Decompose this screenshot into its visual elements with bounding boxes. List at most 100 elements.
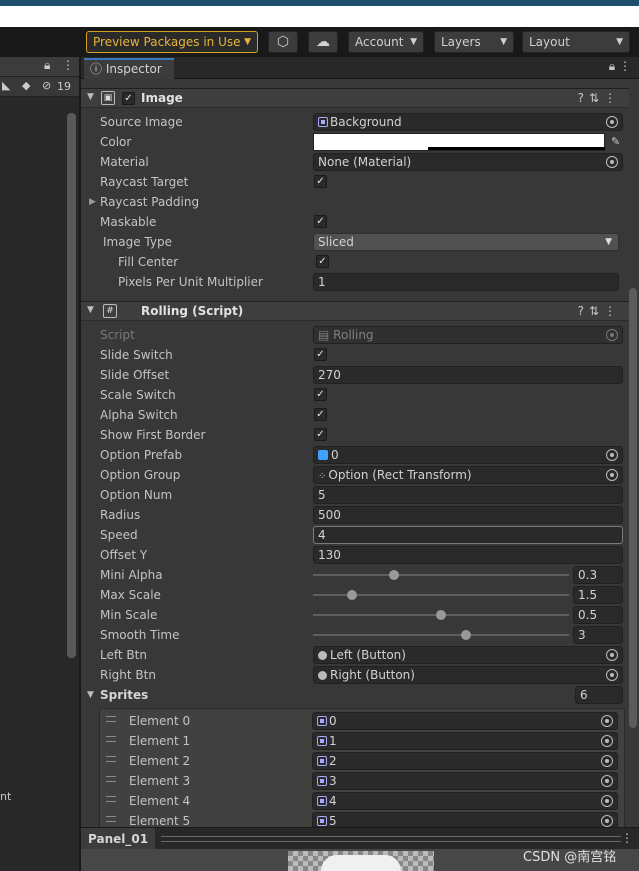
object-picker-icon[interactable]: [606, 449, 618, 461]
drag-handle-icon[interactable]: [106, 796, 116, 802]
speed-input[interactable]: 4: [313, 526, 623, 544]
more-menu-icon[interactable]: ⋮: [621, 831, 633, 845]
fill-center-checkbox[interactable]: ✓: [316, 255, 329, 268]
tab-inspector[interactable]: ⓘ Inspector: [84, 58, 174, 79]
slide-switch-checkbox[interactable]: ✓: [314, 348, 327, 361]
object-picker-icon[interactable]: [601, 755, 613, 767]
radius-input[interactable]: 500: [313, 506, 623, 524]
foldout-arrow-icon[interactable]: ▼: [87, 92, 94, 102]
min-scale-value: 0.5: [578, 608, 598, 622]
drag-handle-icon[interactable]: [106, 816, 116, 822]
rolling-component-header[interactable]: ▼ # Rolling (Script) ?⇅⋮: [81, 301, 629, 321]
object-picker-icon[interactable]: [601, 775, 613, 787]
row-raycast-padding[interactable]: ▶ Raycast Padding: [81, 192, 629, 212]
drag-handle-icon[interactable]: [106, 776, 116, 782]
element-field[interactable]: 1: [312, 732, 618, 750]
slider-thumb[interactable]: [389, 570, 400, 580]
account-dropdown[interactable]: Account ▼: [348, 31, 424, 53]
slider-thumb[interactable]: [347, 590, 358, 600]
more-menu-icon[interactable]: ⋮: [619, 59, 631, 73]
hierarchy-scrollbar[interactable]: [67, 113, 76, 658]
min-scale-slider[interactable]: [313, 605, 569, 625]
lock-icon[interactable]: 🔒︎: [44, 58, 50, 73]
more-menu-icon[interactable]: ⋮: [62, 58, 74, 72]
object-picker-icon[interactable]: [606, 469, 618, 481]
object-picker-icon[interactable]: [601, 815, 613, 827]
sprite-icon: [317, 756, 327, 766]
hierarchy-item-partial[interactable]: nt: [0, 790, 11, 803]
drag-handle-icon[interactable]: [106, 736, 116, 742]
mini-alpha-input[interactable]: 0.3: [573, 566, 623, 584]
pixels-per-unit-input[interactable]: 1: [313, 273, 619, 291]
alpha-switch-checkbox[interactable]: ✓: [314, 408, 327, 421]
inspector-scrollbar[interactable]: [629, 288, 637, 728]
scale-switch-checkbox[interactable]: ✓: [314, 388, 327, 401]
foldout-arrow-icon[interactable]: ▼: [87, 305, 94, 315]
cloud-button[interactable]: ☁: [308, 31, 338, 53]
drag-handle-icon[interactable]: [106, 716, 116, 722]
max-scale-slider[interactable]: [313, 585, 569, 605]
offset-y-input[interactable]: 130: [313, 546, 623, 564]
maskable-checkbox[interactable]: ✓: [314, 215, 327, 228]
sprites-count-input[interactable]: 6: [575, 686, 623, 704]
object-picker-icon[interactable]: [601, 795, 613, 807]
preview-packages-button[interactable]: Preview Packages in Use ▼: [86, 31, 258, 53]
slider-thumb[interactable]: [460, 630, 471, 640]
source-image-value: Background: [330, 115, 402, 129]
more-menu-icon[interactable]: ⋮: [604, 91, 621, 105]
presets-icon[interactable]: ⇅: [589, 91, 604, 105]
raycast-target-checkbox[interactable]: ✓: [314, 175, 327, 188]
left-btn-field[interactable]: Left (Button): [313, 646, 623, 664]
object-picker-icon[interactable]: [606, 669, 618, 681]
min-scale-input[interactable]: 0.5: [573, 606, 623, 624]
element-field[interactable]: 2: [312, 752, 618, 770]
option-prefab-field[interactable]: 0: [313, 446, 623, 464]
object-picker-icon[interactable]: [606, 649, 618, 661]
row-radius: Radius 500: [81, 505, 629, 525]
mini-alpha-slider[interactable]: [313, 565, 569, 585]
scene-visibility-icon[interactable]: ◣: [2, 79, 10, 92]
tag-icon[interactable]: ◆: [22, 79, 30, 92]
foldout-arrow-icon[interactable]: ▶: [89, 197, 96, 207]
hidden-count-icon[interactable]: ⊘: [42, 79, 51, 92]
smooth-time-slider[interactable]: [313, 625, 569, 645]
slider-thumb[interactable]: [436, 610, 446, 620]
slide-offset-input[interactable]: 270: [313, 366, 623, 384]
package-icon-button[interactable]: ⬡: [268, 31, 298, 53]
preview-packages-label: Preview Packages in Use: [93, 35, 241, 49]
drag-handle-icon[interactable]: [106, 756, 116, 762]
color-swatch[interactable]: [313, 133, 605, 151]
max-scale-input[interactable]: 1.5: [573, 586, 623, 604]
layers-dropdown[interactable]: Layers ▼: [434, 31, 514, 53]
material-field[interactable]: None (Material): [313, 153, 623, 171]
image-type-dropdown[interactable]: Sliced ▼: [313, 233, 619, 251]
object-picker-icon[interactable]: [601, 715, 613, 727]
layout-dropdown[interactable]: Layout ▼: [522, 31, 630, 53]
source-image-field[interactable]: Background: [313, 113, 623, 131]
option-group-field[interactable]: ⁘ Option (Rect Transform): [313, 466, 623, 484]
option-num-input[interactable]: 5: [313, 486, 623, 504]
panel-selector-dropdown[interactable]: Panel_01 ▼: [81, 828, 155, 868]
layout-label: Layout: [529, 35, 570, 49]
row-sprites[interactable]: ▼ Sprites 6: [81, 685, 629, 705]
eyedropper-icon[interactable]: ✎: [611, 135, 620, 148]
object-picker-icon[interactable]: [606, 156, 618, 168]
resize-handle[interactable]: [161, 836, 621, 842]
more-menu-icon[interactable]: ⋮: [604, 304, 621, 318]
element-field[interactable]: 4: [312, 792, 618, 810]
help-icon[interactable]: ?: [578, 304, 589, 318]
foldout-arrow-icon[interactable]: ▼: [87, 690, 94, 700]
object-picker-icon[interactable]: [601, 735, 613, 747]
material-label: Material: [100, 155, 149, 169]
image-component-header[interactable]: ▼ ▣ ✓ Image ?⇅⋮: [81, 88, 629, 108]
element-field[interactable]: 0: [312, 712, 618, 730]
smooth-time-input[interactable]: 3: [573, 626, 623, 644]
show-first-border-checkbox[interactable]: ✓: [314, 428, 327, 441]
help-icon[interactable]: ?: [578, 91, 589, 105]
lock-icon[interactable]: 🔒︎: [609, 59, 615, 73]
element-field[interactable]: 3: [312, 772, 618, 790]
image-enabled-checkbox[interactable]: ✓: [122, 92, 135, 105]
presets-icon[interactable]: ⇅: [589, 304, 604, 318]
object-picker-icon[interactable]: [606, 116, 618, 128]
right-btn-field[interactable]: Right (Button): [313, 666, 623, 684]
